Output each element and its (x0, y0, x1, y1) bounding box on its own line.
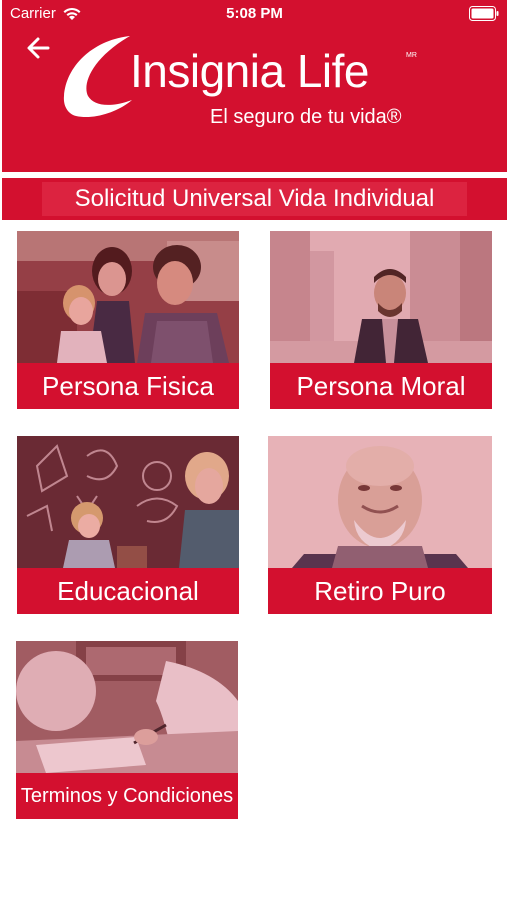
battery-icon (469, 6, 499, 21)
card-label: Persona Moral (270, 363, 492, 409)
family-photo (17, 231, 239, 363)
elderly-man-photo (268, 436, 492, 568)
card-persona-fisica[interactable]: Persona Fisica (17, 231, 239, 409)
child-chalkboard-photo (17, 436, 239, 568)
signing-document-photo (16, 641, 238, 773)
header: Carrier 5:08 PM Insignia Life MR El segu… (2, 0, 507, 172)
card-retiro-puro[interactable]: Retiro Puro (268, 436, 492, 614)
logo-mark: MR (406, 52, 417, 59)
card-label: Terminos y Condiciones (16, 773, 238, 819)
logo-name: Insignia Life (130, 45, 370, 97)
card-label: Educacional (17, 568, 239, 614)
card-educacional[interactable]: Educacional (17, 436, 239, 614)
businessman-photo (270, 231, 492, 363)
card-terminos-y-condiciones[interactable]: Terminos y Condiciones (16, 641, 238, 819)
page-title: Solicitud Universal Vida Individual (74, 185, 435, 212)
back-arrow-icon[interactable] (24, 34, 54, 62)
app-screen: Carrier 5:08 PM Insignia Life MR El segu… (0, 0, 507, 900)
status-bar: Carrier 5:08 PM (2, 0, 507, 28)
logo-tagline: El seguro de tu vida® (210, 106, 402, 128)
page-title-bar: Solicitud Universal Vida Individual (2, 178, 507, 220)
insignia-life-logo: Insignia Life MR El seguro de tu vida® (58, 34, 458, 139)
card-persona-moral[interactable]: Persona Moral (270, 231, 492, 409)
card-label: Retiro Puro (268, 568, 492, 614)
card-label: Persona Fisica (17, 363, 239, 409)
status-time: 5:08 PM (226, 5, 283, 22)
logo-swoosh-icon (63, 36, 132, 118)
